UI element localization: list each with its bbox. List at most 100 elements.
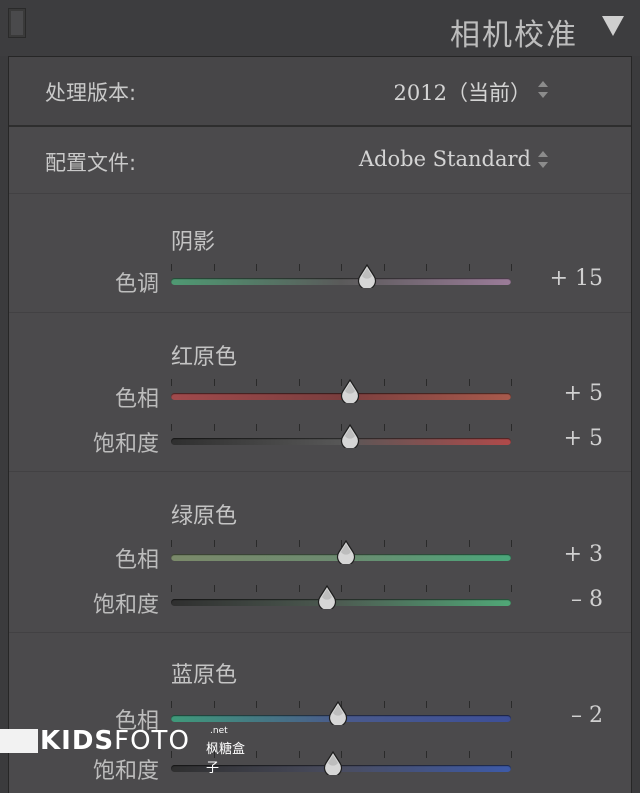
slider-tick bbox=[298, 585, 300, 592]
slider-tick bbox=[298, 379, 300, 386]
slider-tick bbox=[383, 540, 385, 547]
section-green-primary: 绿原色 色相 + 3 饱和度 – 8 bbox=[9, 472, 631, 633]
slider-value[interactable]: + 3 bbox=[564, 542, 603, 567]
slider-track[interactable] bbox=[171, 599, 511, 606]
slider-tick bbox=[213, 264, 215, 271]
slider-tick bbox=[426, 751, 427, 758]
slider-track[interactable] bbox=[171, 278, 511, 285]
slider-tick bbox=[256, 264, 257, 271]
slider-tick bbox=[511, 540, 512, 547]
slider-value[interactable]: + 5 bbox=[564, 426, 603, 451]
slider-tick bbox=[171, 264, 172, 271]
slider-tick bbox=[171, 424, 172, 431]
slider-tick bbox=[298, 701, 300, 708]
watermark-foto: FOTO bbox=[114, 726, 190, 756]
watermark-kids: KIDS bbox=[40, 726, 115, 756]
slider-tick bbox=[511, 264, 512, 271]
slider-label: 饱和度 bbox=[92, 432, 159, 457]
slider-tick bbox=[213, 540, 215, 547]
updown-arrows-icon[interactable] bbox=[537, 81, 549, 101]
slider-tick bbox=[383, 424, 385, 431]
watermark-net: .net bbox=[210, 726, 228, 736]
slider-label: 饱和度 bbox=[92, 759, 159, 784]
slider-tick bbox=[383, 701, 385, 708]
slider-tick bbox=[468, 264, 470, 271]
slider-label: 色相 bbox=[114, 387, 159, 412]
slider-tick bbox=[256, 540, 257, 547]
slider-tick bbox=[468, 379, 470, 386]
slider-tick bbox=[468, 701, 470, 708]
slider-tick bbox=[298, 424, 300, 431]
slider-tick bbox=[511, 585, 512, 592]
slider-tick bbox=[468, 424, 470, 431]
slider-tick bbox=[256, 701, 257, 708]
slider-tick bbox=[426, 424, 427, 431]
slider-tick bbox=[171, 379, 172, 386]
panel-header[interactable]: 相机校准 bbox=[0, 0, 640, 56]
slider-tick bbox=[171, 701, 172, 708]
slider-row-red-saturation: 饱和度 + 5 bbox=[9, 420, 631, 460]
slider-row-shadows-tint: 色调 + 15 bbox=[9, 260, 631, 300]
slider-tick bbox=[383, 379, 385, 386]
collapse-triangle-icon[interactable] bbox=[602, 16, 624, 36]
section-title: 阴影 bbox=[171, 230, 216, 255]
watermark-cn: 枫糖盒子 bbox=[206, 742, 246, 776]
slider-tick bbox=[171, 540, 172, 547]
camera-calibration-panel: 处理版本: 2012（当前） 配置文件: Adobe Standard 阴影 色… bbox=[8, 56, 632, 793]
slider-thumb[interactable] bbox=[322, 751, 344, 775]
slider-tick bbox=[511, 751, 512, 758]
slider-tick bbox=[341, 264, 342, 271]
process-version-value[interactable]: 2012（当前） bbox=[394, 77, 531, 107]
panel-collapse-toggle[interactable] bbox=[8, 8, 26, 38]
slider-tick bbox=[426, 701, 427, 708]
slider-value[interactable]: + 15 bbox=[550, 266, 603, 291]
process-version-label: 处理版本: bbox=[45, 81, 137, 105]
slider-tick bbox=[468, 540, 470, 547]
slider-value[interactable]: + 5 bbox=[564, 381, 603, 406]
section-red-primary: 红原色 色相 + 5 饱和度 + 5 bbox=[9, 313, 631, 472]
slider-tick bbox=[383, 585, 385, 592]
slider-thumb[interactable] bbox=[327, 701, 349, 725]
slider-tick bbox=[383, 751, 385, 758]
section-title: 蓝原色 bbox=[171, 663, 238, 688]
slider-tick bbox=[256, 751, 257, 758]
slider-label: 色相 bbox=[114, 548, 159, 573]
slider-tick bbox=[511, 379, 512, 386]
section-title: 红原色 bbox=[171, 345, 238, 370]
slider-tick bbox=[511, 701, 512, 708]
slider-tick bbox=[256, 379, 257, 386]
process-version-row[interactable]: 处理版本: 2012（当前） bbox=[9, 57, 631, 127]
slider-row-green-hue: 色相 + 3 bbox=[9, 536, 631, 576]
slider-tick bbox=[511, 424, 512, 431]
slider-thumb[interactable] bbox=[335, 540, 357, 564]
slider-row-green-saturation: 饱和度 – 8 bbox=[9, 581, 631, 621]
watermark-bar bbox=[0, 729, 38, 753]
slider-tick bbox=[298, 751, 300, 758]
slider-thumb[interactable] bbox=[339, 379, 361, 403]
slider-label: 色调 bbox=[114, 272, 159, 297]
slider-value[interactable]: – 8 bbox=[571, 587, 603, 612]
profile-row[interactable]: 配置文件: Adobe Standard bbox=[9, 127, 631, 194]
slider-tick bbox=[426, 540, 427, 547]
watermark: KIDS FOTO .net 枫糖盒子 bbox=[0, 726, 250, 776]
slider-tick bbox=[213, 585, 215, 592]
slider-ticks bbox=[171, 585, 512, 595]
panel-title: 相机校准 bbox=[450, 18, 578, 53]
slider-tick bbox=[256, 424, 257, 431]
slider-tick bbox=[213, 424, 215, 431]
slider-label: 饱和度 bbox=[92, 593, 159, 618]
slider-tick bbox=[213, 379, 215, 386]
slider-value[interactable]: – 2 bbox=[571, 703, 603, 728]
slider-row-red-hue: 色相 + 5 bbox=[9, 375, 631, 415]
slider-tick bbox=[468, 751, 470, 758]
slider-tick bbox=[298, 264, 300, 271]
slider-thumb[interactable] bbox=[356, 264, 378, 288]
updown-arrows-icon[interactable] bbox=[537, 151, 549, 171]
slider-thumb[interactable] bbox=[316, 585, 338, 609]
section-blue-primary: 蓝原色 色相 – 2 饱和度 bbox=[9, 633, 631, 793]
slider-tick bbox=[468, 585, 470, 592]
slider-tick bbox=[298, 540, 300, 547]
slider-thumb[interactable] bbox=[339, 424, 361, 448]
slider-tick bbox=[341, 585, 342, 592]
profile-value[interactable]: Adobe Standard bbox=[359, 147, 531, 171]
